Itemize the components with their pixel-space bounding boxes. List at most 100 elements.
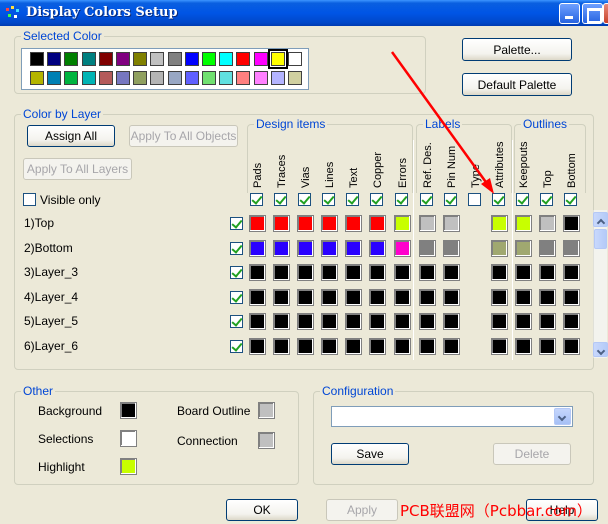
layer-color-swatch[interactable] — [249, 313, 266, 330]
layer-color-swatch[interactable] — [273, 239, 290, 257]
layer-color-swatch[interactable] — [249, 337, 266, 355]
layer-visible-checkbox[interactable] — [230, 266, 243, 279]
column-visible-checkbox[interactable] — [564, 193, 577, 206]
layer-color-swatch[interactable] — [491, 313, 508, 330]
layer-color-swatch[interactable] — [563, 264, 580, 281]
layer-color-swatch[interactable] — [345, 239, 362, 257]
column-visible-checkbox[interactable] — [395, 193, 408, 206]
title-bar[interactable]: Display Colors Setup — [0, 0, 608, 26]
palette-swatch[interactable] — [81, 71, 96, 85]
palette-swatch[interactable] — [30, 71, 44, 85]
layer-color-swatch[interactable] — [539, 215, 556, 232]
layer-color-swatch[interactable] — [273, 288, 290, 306]
layer-color-swatch[interactable] — [369, 288, 386, 306]
column-visible-checkbox[interactable] — [492, 193, 505, 206]
scroll-down-arrow[interactable] — [593, 342, 608, 357]
layer-color-swatch[interactable] — [369, 239, 386, 257]
layer-color-swatch[interactable] — [443, 239, 460, 257]
layer-color-swatch[interactable] — [297, 215, 314, 232]
layer-color-swatch[interactable] — [563, 313, 580, 330]
column-visible-checkbox[interactable] — [516, 193, 529, 206]
layer-color-swatch[interactable] — [321, 288, 338, 306]
background-color-swatch[interactable] — [120, 402, 137, 419]
layer-color-swatch[interactable] — [563, 337, 580, 355]
layer-color-swatch[interactable] — [273, 215, 290, 232]
palette-swatch[interactable] — [202, 71, 216, 85]
palette-swatch[interactable] — [253, 71, 268, 85]
layer-color-swatch[interactable] — [539, 337, 556, 355]
scroll-up-arrow[interactable] — [593, 212, 608, 228]
layer-color-swatch[interactable] — [297, 313, 314, 330]
layer-color-swatch[interactable] — [443, 264, 460, 281]
layer-visible-checkbox[interactable] — [230, 290, 243, 304]
palette-swatch[interactable] — [253, 52, 268, 66]
layer-color-swatch[interactable] — [249, 288, 266, 306]
layer-color-swatch[interactable] — [443, 313, 460, 330]
layer-color-swatch[interactable] — [394, 288, 411, 306]
column-visible-checkbox[interactable] — [274, 193, 287, 206]
layer-color-swatch[interactable] — [419, 239, 436, 257]
layer-color-swatch[interactable] — [515, 264, 532, 281]
column-visible-checkbox[interactable] — [370, 193, 383, 206]
layer-color-swatch[interactable] — [491, 215, 508, 232]
palette-swatch[interactable] — [167, 71, 182, 85]
highlight-color-swatch[interactable] — [120, 458, 137, 475]
palette-swatch[interactable] — [288, 52, 302, 66]
layer-color-swatch[interactable] — [369, 313, 386, 330]
layer-color-swatch[interactable] — [321, 313, 338, 330]
connection-color-swatch[interactable] — [258, 432, 275, 449]
palette-swatch[interactable] — [81, 52, 96, 66]
palette-swatch[interactable] — [133, 52, 148, 66]
column-visible-checkbox[interactable] — [298, 193, 311, 206]
layer-color-swatch[interactable] — [394, 313, 411, 330]
palette-swatch[interactable] — [150, 52, 165, 66]
layer-color-swatch[interactable] — [321, 337, 338, 355]
palette-swatch[interactable] — [184, 71, 199, 85]
delete-button[interactable]: Delete — [493, 443, 571, 465]
layer-color-swatch[interactable] — [419, 288, 436, 306]
column-visible-checkbox[interactable] — [444, 193, 457, 206]
layer-color-swatch[interactable] — [515, 337, 532, 355]
column-visible-checkbox[interactable] — [250, 193, 263, 206]
layer-color-swatch[interactable] — [345, 288, 362, 306]
selections-color-swatch[interactable] — [120, 430, 137, 447]
layer-color-swatch[interactable] — [345, 215, 362, 232]
default-palette-button[interactable]: Default Palette — [462, 73, 572, 96]
layer-visible-checkbox[interactable] — [230, 339, 243, 353]
apply-button[interactable]: Apply — [326, 499, 398, 521]
layer-color-swatch[interactable] — [297, 337, 314, 355]
layer-color-swatch[interactable] — [394, 337, 411, 355]
layer-color-swatch[interactable] — [419, 313, 436, 330]
column-visible-checkbox[interactable] — [420, 193, 433, 206]
column-visible-checkbox[interactable] — [322, 193, 335, 206]
layer-color-swatch[interactable] — [297, 239, 314, 257]
layer-color-swatch[interactable] — [515, 313, 532, 330]
layer-color-swatch[interactable] — [273, 264, 290, 281]
layer-color-swatch[interactable] — [297, 264, 314, 281]
assign-all-button[interactable]: Assign All — [27, 125, 115, 147]
palette-swatch[interactable] — [133, 71, 148, 85]
layer-color-swatch[interactable] — [345, 313, 362, 330]
layer-scrollbar[interactable] — [593, 210, 608, 358]
layer-color-swatch[interactable] — [273, 313, 290, 330]
palette-swatch[interactable] — [116, 71, 130, 85]
layer-color-swatch[interactable] — [539, 313, 556, 330]
layer-color-swatch[interactable] — [297, 288, 314, 306]
palette-swatch[interactable] — [47, 52, 62, 66]
layer-color-swatch[interactable] — [369, 215, 386, 232]
layer-color-swatch[interactable] — [249, 264, 266, 281]
palette-swatch[interactable] — [64, 52, 79, 66]
palette-swatch[interactable] — [267, 49, 288, 69]
layer-color-swatch[interactable] — [273, 337, 290, 355]
layer-color-swatch[interactable] — [249, 239, 266, 257]
palette-swatch[interactable] — [116, 52, 130, 66]
palette-swatch[interactable] — [202, 52, 216, 66]
layer-visible-checkbox[interactable] — [230, 217, 243, 230]
palette-swatch[interactable] — [150, 71, 165, 85]
visible-only-checkbox[interactable] — [23, 193, 36, 206]
board-outline-color-swatch[interactable] — [258, 402, 275, 419]
layer-color-swatch[interactable] — [515, 288, 532, 306]
layer-color-swatch[interactable] — [539, 239, 556, 257]
layer-color-swatch[interactable] — [515, 239, 532, 257]
layer-color-swatch[interactable] — [539, 288, 556, 306]
